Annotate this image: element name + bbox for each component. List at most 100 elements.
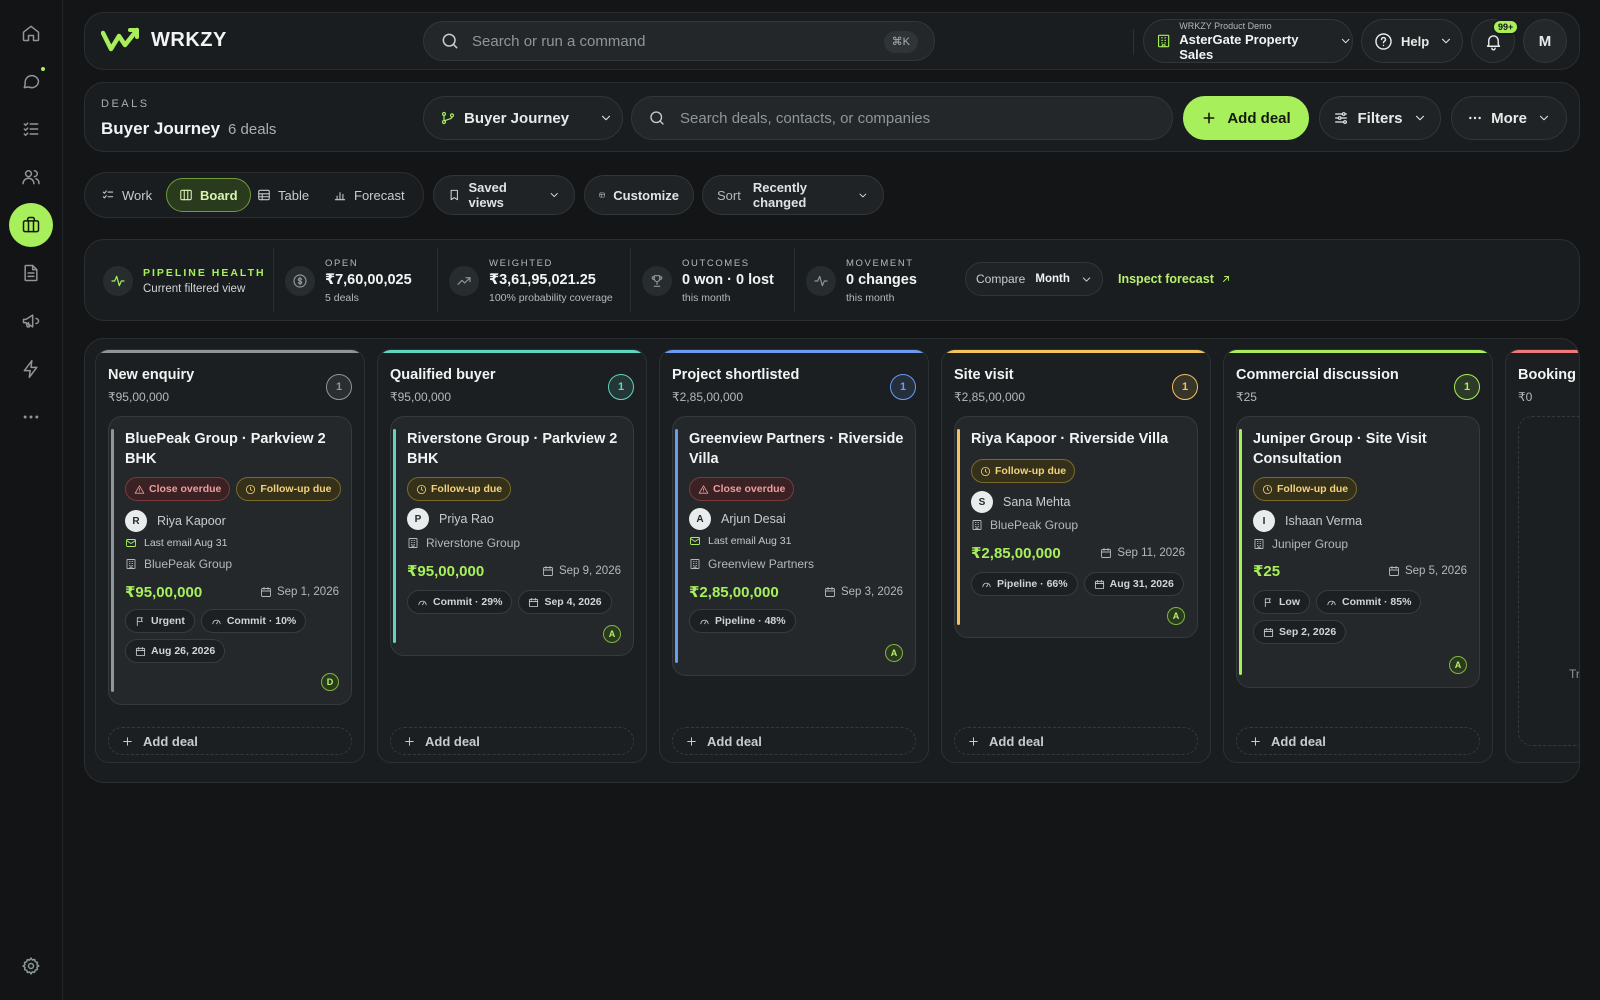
owner-avatar[interactable]: A (1167, 607, 1185, 625)
briefcase-icon[interactable] (9, 203, 53, 247)
deal-contact[interactable]: S Sana Mehta (971, 491, 1070, 513)
contact-name: Sana Mehta (1003, 495, 1071, 509)
customize-button[interactable]: Customize (584, 175, 694, 215)
calendar-icon (1094, 579, 1104, 589)
gear-icon[interactable] (9, 944, 53, 988)
deal-chip-label: Aug 26, 2026 (151, 645, 216, 657)
divider (1133, 29, 1134, 55)
owner-avatar[interactable]: A (885, 644, 903, 662)
contact-name: Riya Kapoor (157, 514, 226, 528)
stat-open-label: OPEN (325, 258, 359, 269)
table-icon (258, 189, 270, 201)
calendar-icon (1263, 627, 1274, 637)
close-date-text: Sep 11, 2026 (1117, 547, 1185, 559)
tasks-icon[interactable] (9, 107, 53, 151)
deal-chip: Urgent (125, 609, 195, 633)
company-name: Riverstone Group (426, 536, 521, 550)
inspect-forecast-link[interactable]: Inspect forecast (1118, 272, 1232, 286)
deal-company: Juniper Group (1253, 537, 1348, 551)
saved-views-button[interactable]: Saved views (433, 175, 575, 215)
close-date: Sep 3, 2026 (824, 586, 903, 598)
deals-search-placeholder: Search deals, contacts, or companies (680, 109, 931, 127)
add-deal-button[interactable]: Add deal (1183, 96, 1309, 140)
deal-title[interactable]: Riverstone Group · Parkview 2 BHK (407, 429, 623, 469)
section-eyebrow: DEALS (101, 98, 150, 110)
compare-select[interactable]: Compare Month (965, 262, 1103, 296)
help-button[interactable]: Help (1361, 19, 1463, 63)
add-deal-row-button[interactable]: Add deal (1236, 727, 1480, 755)
deal-card[interactable]: Greenview Partners · Riverside Villa Clos… (672, 416, 916, 676)
workspace-switcher[interactable]: WRKZY Product Demo AsterGate Property Sa… (1143, 19, 1353, 63)
checklist-icon (102, 190, 114, 199)
deals-board: New enquiry ₹95,00,000 1 BluePeak Group · P… (84, 338, 1580, 783)
more-label: More (1491, 109, 1527, 127)
notifications-button[interactable]: 99+ (1471, 19, 1520, 63)
stat-outcomes: OUTCOMES 0 won · 0 lost this month (642, 254, 774, 308)
alert-icon (134, 484, 145, 494)
deal-title[interactable]: Riya Kapoor · Riverside Villa (971, 429, 1187, 449)
owner-avatar[interactable]: D (321, 673, 339, 691)
deal-count: 6 deals (228, 121, 277, 138)
owner-avatar[interactable]: A (603, 625, 621, 643)
document-icon[interactable] (9, 251, 53, 295)
owner-avatar[interactable]: A (1449, 656, 1467, 674)
close-date-text: Sep 1, 2026 (276, 586, 339, 598)
contacts-icon[interactable] (9, 155, 53, 199)
megaphone-icon[interactable] (9, 299, 53, 343)
more-button[interactable]: More (1451, 96, 1567, 140)
tab-board[interactable]: Board (166, 178, 251, 212)
deal-chip-label: Aug 31, 2026 (1109, 578, 1174, 590)
company-name: BluePeak Group (144, 557, 233, 571)
building-icon (1157, 34, 1170, 48)
deal-title[interactable]: Juniper Group · Site Visit Consultation (1253, 429, 1469, 469)
tab-work[interactable]: Work (89, 178, 164, 212)
home-icon[interactable] (9, 11, 53, 55)
deals-search-input[interactable]: Search deals, contacts, or companies (631, 96, 1173, 140)
deal-contact[interactable]: P Priya Rao (407, 508, 494, 530)
deal-card[interactable]: BluePeak Group · Parkview 2 BHK Close ove… (108, 416, 352, 705)
activity-icon (806, 266, 836, 296)
last-email-text: Last email Aug 31 (708, 535, 792, 547)
deal-chips: Pipeline · 48% (689, 609, 905, 633)
add-deal-row-button[interactable]: Add deal (672, 727, 916, 755)
tab-forecast[interactable]: Forecast (321, 178, 417, 212)
pipeline-select[interactable]: Buyer Journey (423, 96, 623, 140)
add-deal-row-button[interactable]: Add deal (108, 727, 352, 755)
close-date-text: Sep 3, 2026 (840, 586, 903, 598)
help-icon (1375, 32, 1392, 50)
flag-icon (1264, 597, 1271, 607)
deal-contact[interactable]: R Riya Kapoor (125, 510, 226, 532)
compare-label: Compare (976, 272, 1026, 286)
deal-card[interactable]: Riverstone Group · Parkview 2 BHK Follow-… (390, 416, 634, 656)
more-icon[interactable] (9, 395, 53, 439)
chat-icon[interactable] (9, 59, 53, 103)
user-avatar[interactable]: M (1523, 19, 1567, 63)
sort-select[interactable]: Sort Recently changed (702, 175, 884, 215)
pipeline-health-summary: PIPELINE HEALTH Current filtered view (103, 254, 266, 308)
deal-tag: Follow-up due (1253, 477, 1358, 501)
brand-logo[interactable]: WRKZY (101, 27, 227, 53)
add-deal-row-button[interactable]: Add deal (954, 727, 1198, 755)
stat-outcomes-label: OUTCOMES (682, 258, 750, 269)
deal-contact[interactable]: A Arjun Desai (689, 508, 786, 530)
deal-card[interactable]: Juniper Group · Site Visit Consultation F… (1236, 416, 1480, 688)
add-deal-row-button[interactable]: Add deal (390, 727, 634, 755)
deal-card[interactable]: Riya Kapoor · Riverside Villa Follow-up d… (954, 416, 1198, 638)
divider (273, 248, 274, 312)
plus-icon (123, 736, 132, 746)
deal-tag-label: Follow-up due (260, 483, 332, 495)
deal-title[interactable]: Greenview Partners · Riverside Villa (689, 429, 905, 469)
deal-tag-label: Follow-up due (431, 483, 503, 495)
lightning-icon[interactable] (9, 347, 53, 391)
deal-title[interactable]: BluePeak Group · Parkview 2 BHK (125, 429, 341, 469)
tab-table[interactable]: Table (245, 178, 321, 212)
calendar-icon (825, 587, 835, 597)
contact-avatar: P (407, 508, 429, 530)
command-search-input[interactable]: Search or run a command ⌘K (423, 21, 935, 61)
column-name: Project shortlisted (672, 367, 800, 383)
deal-contact[interactable]: I Ishaan Verma (1253, 510, 1362, 532)
filters-label: Filters (1357, 109, 1403, 127)
filters-button[interactable]: Filters (1319, 96, 1441, 140)
gauge-icon (418, 600, 427, 605)
inspect-forecast-label: Inspect forecast (1118, 272, 1214, 286)
